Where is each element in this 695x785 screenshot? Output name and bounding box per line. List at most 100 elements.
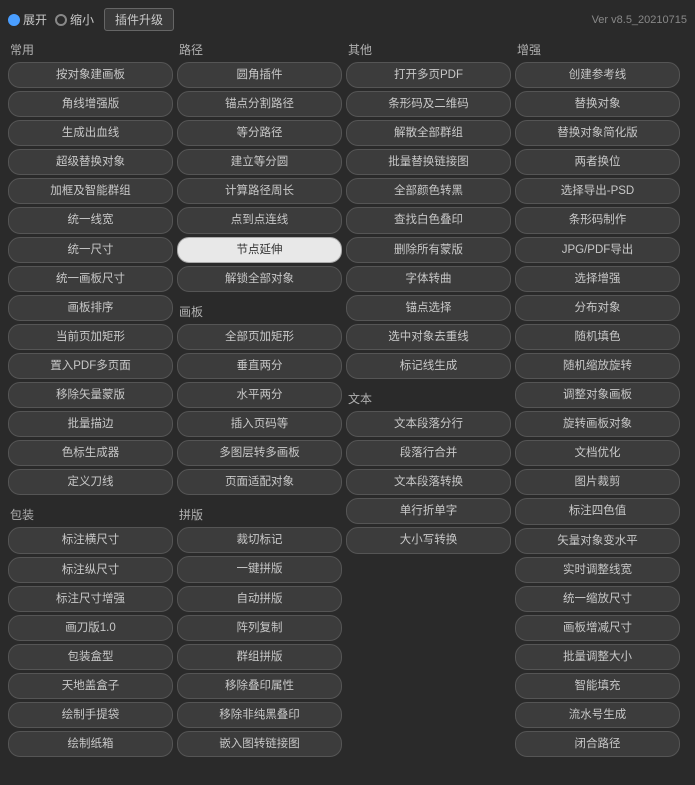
btn-frame-group[interactable]: 加框及智能群组 [8, 178, 173, 204]
btn-remove-overprint[interactable]: 移除叠印属性 [177, 673, 342, 699]
btn-obj-horizontal[interactable]: 矢量对象变水平 [515, 528, 680, 554]
btn-define-cut[interactable]: 定义刀线 [8, 469, 173, 495]
section-path: 路径 圆角插件 锚点分割路径 等分路径 建立等分圆 计算路径周长 点到点连线 节… [177, 41, 342, 295]
btn-select-enhance[interactable]: 选择增强 [515, 266, 680, 292]
btn-export-psd[interactable]: 选择导出-PSD [515, 178, 680, 204]
btn-lid-box[interactable]: 天地盖盒子 [8, 673, 173, 699]
btn-super-replace[interactable]: 超级替换对象 [8, 149, 173, 175]
btn-doc-optimize[interactable]: 文档优化 [515, 440, 680, 466]
btn-artboard-resize[interactable]: 画板增减尺寸 [515, 615, 680, 641]
btn-rotate-artboard[interactable]: 旋转画板对象 [515, 411, 680, 437]
section-artboard-title: 画板 [177, 303, 342, 320]
btn-horizontal-half[interactable]: 水平两分 [177, 382, 342, 408]
btn-close-path[interactable]: 闭合路径 [515, 731, 680, 757]
btn-all-to-black[interactable]: 全部颜色转黑 [346, 178, 511, 204]
btn-remove-black-overprint[interactable]: 移除非纯黑叠印 [177, 702, 342, 728]
btn-draw-carton[interactable]: 绘制纸箱 [8, 731, 173, 757]
btn-mark-line-gen[interactable]: 标记线生成 [346, 353, 511, 379]
btn-single-line-word[interactable]: 单行折单字 [346, 498, 511, 524]
btn-auto-impose[interactable]: 自动拼版 [177, 586, 342, 612]
btn-para-split[interactable]: 文本段落分行 [346, 411, 511, 437]
btn-remove-mask[interactable]: 移除矢量蒙版 [8, 382, 173, 408]
btn-color-gen[interactable]: 色标生成器 [8, 440, 173, 466]
btn-unify-size[interactable]: 统一尺寸 [8, 237, 173, 263]
btn-batch-replace-link[interactable]: 批量替换链接图 [346, 149, 511, 175]
btn-node-extend[interactable]: 节点延伸 [177, 237, 342, 263]
btn-unify-stroke[interactable]: 统一线宽 [8, 207, 173, 233]
btn-group-impose[interactable]: 群组拼版 [177, 644, 342, 670]
btn-para-merge[interactable]: 段落行合并 [346, 440, 511, 466]
btn-para-convert[interactable]: 文本段落转换 [346, 469, 511, 495]
btn-artboard-sort[interactable]: 画板排序 [8, 295, 173, 321]
btn-remove-dup-line[interactable]: 选中对象去重线 [346, 324, 511, 350]
btn-delete-mask[interactable]: 删除所有蒙版 [346, 237, 511, 263]
btn-point-connect[interactable]: 点到点连线 [177, 207, 342, 233]
btn-random-scale-rotate[interactable]: 随机缩放旋转 [515, 353, 680, 379]
btn-barcode-make[interactable]: 条形码制作 [515, 207, 680, 233]
btn-ungroup-all[interactable]: 解散全部群组 [346, 120, 511, 146]
btn-serial-num[interactable]: 流水号生成 [515, 702, 680, 728]
section-path-title: 路径 [177, 41, 342, 58]
collapse-radio[interactable]: 缩小 [55, 11, 94, 28]
btn-smart-fill[interactable]: 智能填充 [515, 673, 680, 699]
btn-equal-path[interactable]: 等分路径 [177, 120, 342, 146]
btn-round-corner[interactable]: 圆角插件 [177, 62, 342, 88]
btn-replace-obj[interactable]: 替换对象 [515, 91, 680, 117]
top-bar: 展开 缩小 插件升级 Ver v8.5_20210715 [8, 8, 687, 31]
btn-find-white-overprint[interactable]: 查找白色叠印 [346, 207, 511, 233]
btn-one-click-impose[interactable]: 一键拼版 [177, 556, 342, 582]
btn-mark-v[interactable]: 标注纵尺寸 [8, 557, 173, 583]
btn-font-to-curve[interactable]: 字体转曲 [346, 266, 511, 292]
btn-layer-to-artboard[interactable]: 多图层转多画板 [177, 440, 342, 466]
section-enhance-title: 增强 [515, 41, 680, 58]
btn-corner-enhance[interactable]: 角线增强版 [8, 91, 173, 117]
btn-batch-resize[interactable]: 批量调整大小 [515, 644, 680, 670]
btn-distribute-obj[interactable]: 分布对象 [515, 295, 680, 321]
btn-create-guide[interactable]: 创建参考线 [515, 62, 680, 88]
btn-open-pdf[interactable]: 打开多页PDF [346, 62, 511, 88]
btn-unify-scale[interactable]: 统一缩放尺寸 [515, 586, 680, 612]
btn-unify-artboard[interactable]: 统一画板尺寸 [8, 266, 173, 292]
section-other: 其他 打开多页PDF 条形码及二维码 解散全部群组 批量替换链接图 全部颜色转黑… [346, 41, 511, 382]
btn-all-page-rect[interactable]: 全部页加矩形 [177, 324, 342, 350]
btn-mark-enhance[interactable]: 标注尺寸增强 [8, 586, 173, 612]
expand-radio-circle [8, 14, 20, 26]
btn-case-convert[interactable]: 大小写转换 [346, 527, 511, 553]
btn-add-rect[interactable]: 当前页加矩形 [8, 324, 173, 350]
plugin-upgrade-button[interactable]: 插件升级 [104, 8, 174, 31]
btn-build-artboard[interactable]: 按对象建画板 [8, 62, 173, 88]
collapse-label: 缩小 [70, 11, 94, 28]
column-3: 其他 打开多页PDF 条形码及二维码 解散全部群组 批量替换链接图 全部颜色转黑… [346, 41, 511, 768]
btn-export-jpg-pdf[interactable]: JPG/PDF导出 [515, 237, 680, 263]
btn-barcode[interactable]: 条形码及二维码 [346, 91, 511, 117]
btn-box-type[interactable]: 包装盒型 [8, 644, 173, 670]
btn-img-crop[interactable]: 图片裁剪 [515, 469, 680, 495]
top-left: 展开 缩小 插件升级 [8, 8, 174, 31]
main-container: 展开 缩小 插件升级 Ver v8.5_20210715 常用 按对象建画板 角… [0, 0, 695, 776]
btn-vertical-half[interactable]: 垂直两分 [177, 353, 342, 379]
btn-swap-pos[interactable]: 两者换位 [515, 149, 680, 175]
btn-mark-cmyk[interactable]: 标注四色值 [515, 498, 680, 524]
expand-radio[interactable]: 展开 [8, 11, 47, 28]
btn-page-fit-obj[interactable]: 页面适配对象 [177, 469, 342, 495]
btn-equal-circle[interactable]: 建立等分圆 [177, 149, 342, 175]
btn-place-pdf[interactable]: 置入PDF多页面 [8, 353, 173, 379]
btn-replace-obj-simple[interactable]: 替换对象简化版 [515, 120, 680, 146]
btn-draw-bag[interactable]: 绘制手提袋 [8, 702, 173, 728]
btn-realtime-stroke[interactable]: 实时调整线宽 [515, 557, 680, 583]
btn-adjust-artboard[interactable]: 调整对象画板 [515, 382, 680, 408]
btn-random-fill[interactable]: 随机填色 [515, 324, 680, 350]
btn-bleed[interactable]: 生成出血线 [8, 120, 173, 146]
btn-anchor-split[interactable]: 锚点分割路径 [177, 91, 342, 117]
btn-insert-page-num[interactable]: 插入页码等 [177, 411, 342, 437]
btn-anchor-select[interactable]: 锚点选择 [346, 295, 511, 321]
btn-crop-mark[interactable]: 裁切标记 [177, 527, 342, 553]
btn-unlock-all[interactable]: 解锁全部对象 [177, 266, 342, 292]
btn-mark-h[interactable]: 标注横尺寸 [8, 527, 173, 553]
btn-knife-plate[interactable]: 画刀版1.0 [8, 615, 173, 641]
btn-calc-perimeter[interactable]: 计算路径周长 [177, 178, 342, 204]
column-4: 增强 创建参考线 替换对象 替换对象简化版 两者换位 选择导出-PSD 条形码制… [515, 41, 680, 768]
btn-batch-stroke[interactable]: 批量描边 [8, 411, 173, 437]
btn-embed-to-link[interactable]: 嵌入图转链接图 [177, 731, 342, 757]
btn-array-copy[interactable]: 阵列复制 [177, 615, 342, 641]
